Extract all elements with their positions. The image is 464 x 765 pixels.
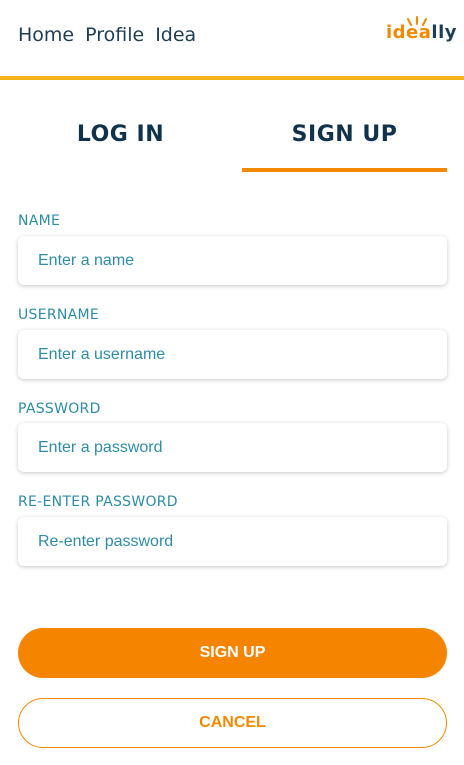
password-label: PASSWORD [18, 401, 101, 417]
nav-link-idea[interactable]: Idea [155, 24, 196, 46]
cancel-button[interactable]: CANCEL [18, 698, 447, 748]
username-label: USERNAME [18, 307, 100, 323]
name-label: NAME [18, 213, 61, 229]
nav-link-profile[interactable]: Profile [85, 24, 144, 46]
tab-signup[interactable]: SIGN UP [242, 96, 447, 172]
active-tab-indicator [242, 168, 447, 172]
username-field-box [18, 330, 447, 379]
nav-links: Home Profile Idea [18, 24, 196, 46]
password-field-box [18, 423, 447, 472]
auth-tabs: LOG IN SIGN UP [18, 96, 447, 172]
username-input[interactable] [38, 330, 428, 379]
reenter-password-field-box [18, 517, 447, 566]
name-input[interactable] [38, 236, 428, 285]
nav-link-home[interactable]: Home [18, 24, 74, 46]
tab-login[interactable]: LOG IN [18, 96, 223, 172]
top-navigation: Home Profile Idea ideally [0, 0, 464, 80]
logo-wordmark: ideally [386, 22, 457, 43]
signup-button[interactable]: SIGN UP [18, 628, 447, 678]
name-field-box [18, 236, 447, 285]
logo-text-idea: idea [386, 22, 432, 43]
ideally-logo[interactable]: ideally [386, 16, 457, 60]
password-input[interactable] [38, 423, 428, 472]
reenter-password-label: RE-ENTER PASSWORD [18, 494, 178, 510]
logo-text-lly: lly [431, 22, 457, 43]
reenter-password-input[interactable] [38, 517, 428, 566]
